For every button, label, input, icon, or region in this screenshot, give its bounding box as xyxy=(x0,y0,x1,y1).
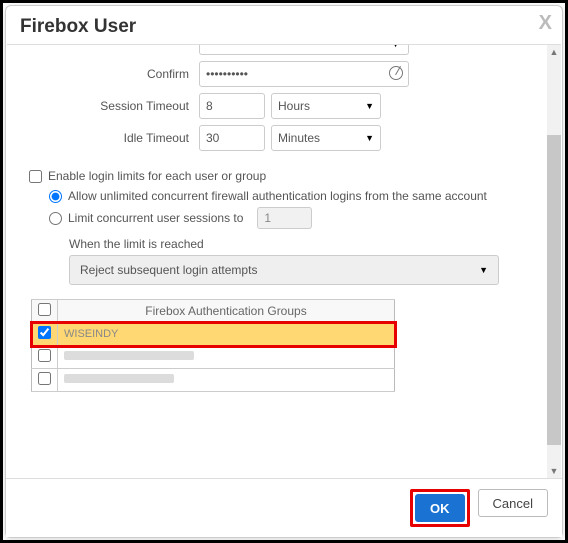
session-timeout-label: Session Timeout xyxy=(11,99,199,113)
dialog-body: x ▼ Confirm Session Timeout xyxy=(7,45,547,478)
select-all-groups-checkbox[interactable] xyxy=(38,303,51,316)
group-name: WISEINDY xyxy=(58,323,395,346)
login-limits-section: Enable login limits for each user or gro… xyxy=(29,169,547,285)
session-timeout-unit-select[interactable]: Hours ▼ xyxy=(271,93,381,119)
chevron-down-icon: ▼ xyxy=(365,101,374,111)
scroll-down-icon[interactable]: ▼ xyxy=(547,464,561,478)
ok-button[interactable]: OK xyxy=(415,494,465,522)
idle-timeout-value[interactable] xyxy=(199,125,265,151)
ok-highlight-box: OK xyxy=(410,489,470,527)
confirm-row: Confirm xyxy=(11,61,547,87)
idle-timeout-row: Idle Timeout Minutes ▼ xyxy=(11,125,547,151)
scrollbar-track[interactable]: ▲ ▼ xyxy=(547,45,561,478)
truncated-field-row: x ▼ xyxy=(11,45,547,55)
option-limit-label: Limit concurrent user sessions to xyxy=(68,211,243,225)
idle-timeout-unit-select[interactable]: Minutes ▼ xyxy=(271,125,381,151)
idle-timeout-unit: Minutes xyxy=(278,131,320,145)
chevron-down-icon: ▼ xyxy=(391,45,400,49)
group-name xyxy=(58,369,395,392)
enable-login-limits-checkbox[interactable] xyxy=(29,170,42,183)
group-row-checkbox[interactable] xyxy=(38,326,51,339)
group-name xyxy=(58,346,395,369)
reveal-password-icon[interactable] xyxy=(389,66,403,80)
auth-groups-table: Firebox Authentication Groups WISEINDY xyxy=(31,299,395,392)
dialog-footer: OK Cancel xyxy=(6,478,562,537)
scroll-up-icon[interactable]: ▲ xyxy=(547,45,561,59)
confirm-label: Confirm xyxy=(11,67,199,81)
group-row-checkbox[interactable] xyxy=(38,349,51,362)
dialog-title: Firebox User xyxy=(20,16,136,37)
dialog-header: Firebox User X xyxy=(6,6,562,44)
table-row[interactable] xyxy=(32,346,395,369)
truncated-select[interactable]: ▼ xyxy=(199,45,409,55)
limit-reached-action-select[interactable]: Reject subsequent login attempts ▼ xyxy=(69,255,499,285)
scrollbar-thumb[interactable] xyxy=(547,135,561,445)
close-icon[interactable]: X xyxy=(539,12,552,35)
table-row[interactable] xyxy=(32,369,395,392)
option-unlimited-radio[interactable] xyxy=(49,190,62,203)
cancel-button[interactable]: Cancel xyxy=(478,489,548,517)
limit-reached-label: When the limit is reached xyxy=(69,237,547,251)
confirm-password-input[interactable] xyxy=(199,61,409,87)
limit-reached-action: Reject subsequent login attempts xyxy=(80,263,257,277)
idle-timeout-label: Idle Timeout xyxy=(11,131,199,145)
table-row[interactable]: WISEINDY xyxy=(32,323,395,346)
session-timeout-row: Session Timeout Hours ▼ xyxy=(11,93,547,119)
chevron-down-icon: ▼ xyxy=(365,133,374,143)
auth-groups-header: Firebox Authentication Groups xyxy=(58,300,395,323)
firebox-user-dialog: Firebox User X x ▼ Confirm xyxy=(5,5,563,538)
session-timeout-unit: Hours xyxy=(278,99,310,113)
enable-login-limits-label: Enable login limits for each user or gro… xyxy=(48,169,266,183)
chevron-down-icon: ▼ xyxy=(479,265,488,275)
option-limit-radio[interactable] xyxy=(49,212,62,225)
option-unlimited-label: Allow unlimited concurrent firewall auth… xyxy=(68,189,487,203)
session-timeout-value[interactable] xyxy=(199,93,265,119)
limit-value-field[interactable]: 1 xyxy=(257,207,312,229)
group-row-checkbox[interactable] xyxy=(38,372,51,385)
